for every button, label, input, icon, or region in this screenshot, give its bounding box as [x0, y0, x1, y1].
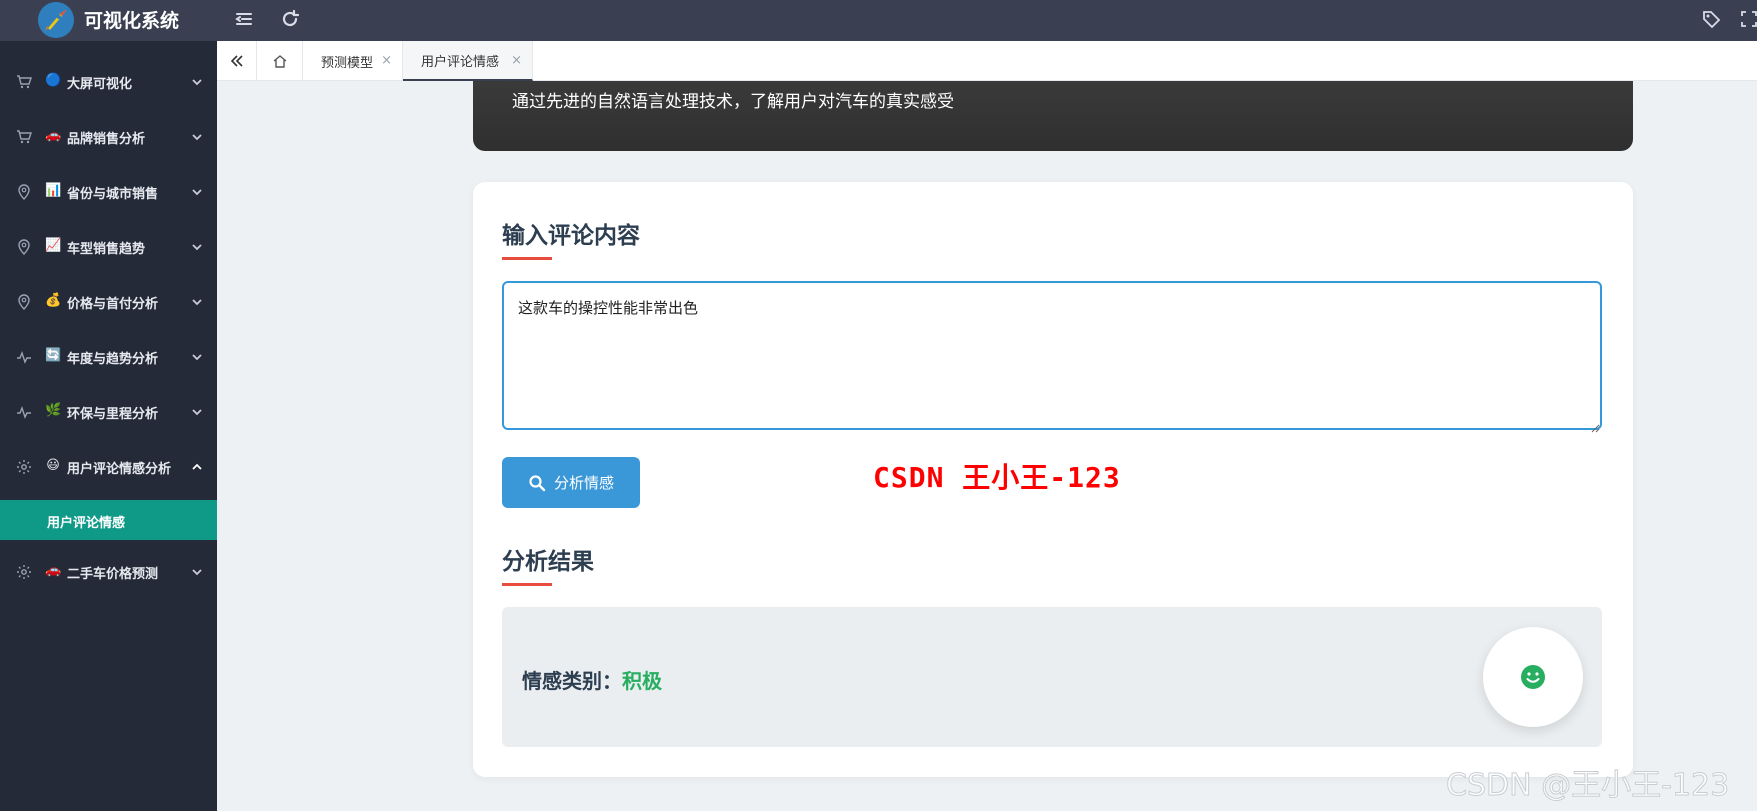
tag-icon[interactable] [1700, 8, 1722, 30]
result-panel: 情感类别：积极 [502, 607, 1602, 747]
pulse-icon [16, 404, 32, 420]
top-bar: 可视化系统 [0, 0, 1757, 41]
sentiment-label: 情感类别： [522, 669, 622, 693]
search-icon [529, 474, 546, 491]
chevron-up-icon [190, 460, 204, 474]
location-icon [16, 239, 32, 255]
blue-circle-icon: 🔵 [45, 73, 62, 88]
chevron-down-icon [190, 240, 204, 254]
sidebar-item-comment-sentiment[interactable]: 😃 用户评论情感分析 [0, 440, 217, 495]
gear-icon [16, 564, 32, 580]
csdn-watermark: CSDN @王小王-123 [1445, 768, 1730, 804]
sidebar-item-label: 省份与城市销售 [67, 187, 159, 202]
double-chevron-left-icon[interactable] [217, 41, 257, 81]
sidebar-item-label: 大屏可视化 [67, 77, 133, 92]
analyze-button-label: 分析情感 [553, 474, 614, 492]
location-icon [16, 184, 32, 200]
comment-input[interactable]: 这款车的操控性能非常出色 [502, 281, 1602, 430]
sidebar-item-annual-trend[interactable]: 🔄 年度与趋势分析 [0, 330, 217, 385]
banner-description: 通过先进的自然语言处理技术，了解用户对汽车的真实感受 [512, 92, 954, 112]
home-icon[interactable] [257, 41, 303, 81]
watermark-text: CSDN 王小王-123 [873, 461, 1121, 494]
sidebar-item-brand-sales[interactable]: 🚗 品牌销售分析 [0, 110, 217, 165]
sidebar-item-big-screen[interactable]: 🔵 大屏可视化 [0, 55, 217, 110]
sidebar-item-price-downpayment[interactable]: 💰 价格与首付分析 [0, 275, 217, 330]
refresh-icon[interactable] [279, 8, 301, 30]
sidebar-item-province-city[interactable]: 📊 省份与城市销售 [0, 165, 217, 220]
tabs-bar: 预测模型 × 用户评论情感 × [217, 41, 1757, 81]
tab-predict-model[interactable]: 预测模型 × [303, 41, 403, 81]
car-icon: 🚗 [45, 128, 62, 143]
tab-label: 用户评论情感 [421, 54, 500, 70]
tab-label: 预测模型 [321, 55, 374, 71]
input-section-title: 输入评论内容 [502, 223, 640, 249]
rocket-logo-icon [38, 2, 74, 38]
sidebar-item-model-trend[interactable]: 📈 车型销售趋势 [0, 220, 217, 275]
result-section-title: 分析结果 [502, 549, 594, 575]
sentiment-card: 输入评论内容 这款车的操控性能非常出色 分析情感 CSDN 王小王-123 分析… [473, 182, 1633, 777]
app-title: 可视化系统 [84, 10, 180, 32]
sidebar-item-label: 用户评论情感分析 [67, 462, 172, 477]
close-icon[interactable]: × [381, 53, 392, 68]
chevron-down-icon [190, 130, 204, 144]
sidebar-item-label: 年度与趋势分析 [67, 352, 159, 367]
sidebar: 🔵 大屏可视化 🚗 品牌销售分析 📊 省份与城市销售 📈 车型销售趋势 💰 价格… [0, 41, 217, 811]
tab-comment-sentiment[interactable]: 用户评论情感 × [403, 41, 533, 81]
sidebar-item-label: 车型销售趋势 [67, 242, 146, 257]
gear-icon [16, 459, 32, 475]
cart-icon [16, 129, 32, 145]
close-icon[interactable]: × [511, 53, 522, 68]
sidebar-subitem-comment-sentiment[interactable]: 用户评论情感 [0, 500, 217, 540]
sidebar-item-used-car-price[interactable]: 🚗 二手车价格预测 [0, 545, 217, 600]
car-icon: 🚗 [45, 563, 62, 578]
chevron-down-icon [190, 185, 204, 199]
header-banner: 通过先进的自然语言处理技术，了解用户对汽车的真实感受 [473, 81, 1633, 151]
analyze-sentiment-button[interactable]: 分析情感 [502, 457, 640, 508]
pulse-icon [16, 349, 32, 365]
bar-chart-icon: 📊 [45, 183, 62, 198]
collapse-menu-icon[interactable] [233, 8, 255, 30]
chevron-down-icon [190, 75, 204, 89]
title-underline [502, 583, 552, 586]
sidebar-item-label: 二手车价格预测 [67, 567, 159, 582]
chevron-down-icon [190, 350, 204, 364]
sidebar-item-label: 环保与里程分析 [67, 407, 159, 422]
chevron-down-icon [190, 295, 204, 309]
sentiment-result: 情感类别：积极 [522, 665, 662, 694]
leaf-icon: 🌿 [45, 403, 62, 418]
sidebar-item-label: 品牌销售分析 [67, 132, 146, 147]
sidebar-item-label: 价格与首付分析 [67, 297, 159, 312]
trend-chart-icon: 📈 [45, 238, 62, 253]
sidebar-subitem-label: 用户评论情感 [47, 516, 126, 531]
cycle-icon: 🔄 [45, 348, 62, 363]
smiley-icon: 😃 [46, 458, 60, 473]
cart-icon [16, 74, 32, 90]
smile-icon [1521, 665, 1545, 689]
chevron-down-icon [190, 405, 204, 419]
chevron-down-icon [190, 565, 204, 579]
title-underline [502, 257, 552, 260]
sentiment-indicator [1483, 627, 1583, 727]
location-icon [16, 294, 32, 310]
fullscreen-icon[interactable] [1738, 8, 1757, 30]
sentiment-value: 积极 [622, 669, 662, 693]
resize-handle-icon[interactable] [1590, 418, 1600, 433]
money-bag-icon: 💰 [45, 293, 62, 308]
sidebar-item-eco-mileage[interactable]: 🌿 环保与里程分析 [0, 385, 217, 440]
